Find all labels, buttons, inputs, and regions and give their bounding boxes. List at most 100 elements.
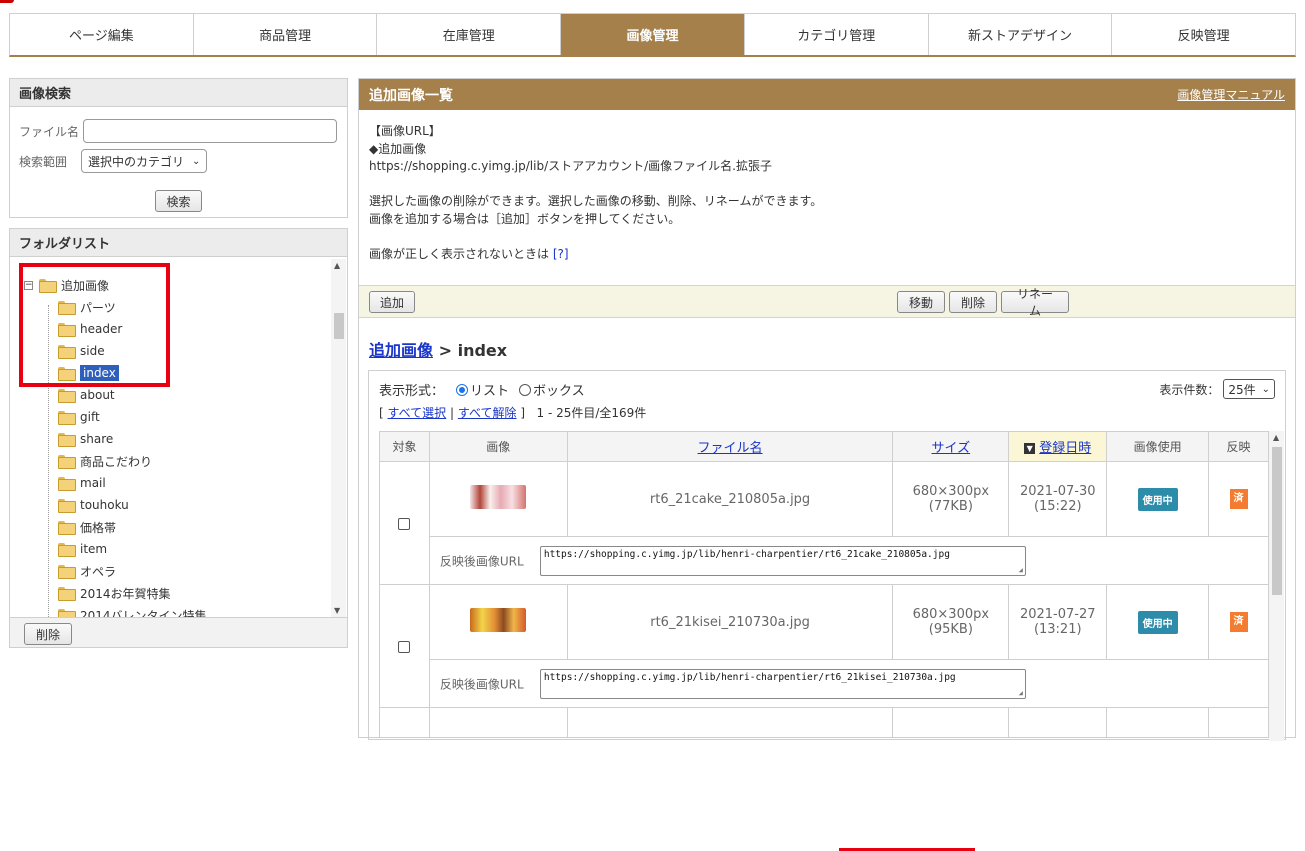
date-cell: 2021-07-30 (15:22) bbox=[1008, 461, 1108, 537]
url-row: 反映後画像URL https://shopping.c.yimg.jp/lib/… bbox=[380, 659, 1270, 708]
action-bar: 追加 移動 削除 リネーム bbox=[359, 285, 1295, 318]
folder-item[interactable]: 商品こだわり bbox=[58, 451, 152, 471]
table-row: rt6_21kisei_210730a.jpg 680×300px (95KB) … bbox=[379, 584, 1269, 708]
scope-row: 検索範囲 選択中のカテゴリ ⌄ bbox=[19, 149, 208, 173]
folder-item[interactable]: オペラ bbox=[58, 561, 116, 581]
breadcrumb: 追加画像 > index bbox=[369, 337, 507, 361]
view-box-label[interactable]: ボックス bbox=[533, 380, 585, 399]
folder-item[interactable]: side bbox=[58, 341, 105, 361]
folder-item-selected[interactable]: index bbox=[58, 363, 119, 383]
usage-cell: 使用中 bbox=[1106, 584, 1210, 660]
folder-scrollbar[interactable]: ▲ ▼ bbox=[331, 259, 346, 617]
folder-item[interactable]: gift bbox=[58, 407, 100, 427]
folder-icon bbox=[58, 411, 76, 425]
select-all-link[interactable]: すべて選択 bbox=[388, 406, 447, 420]
folder-icon bbox=[58, 477, 76, 491]
tab-stock[interactable]: 在庫管理 bbox=[377, 14, 562, 55]
resize-handle-icon[interactable]: ◢ bbox=[1019, 689, 1023, 697]
scroll-up-icon[interactable]: ▲ bbox=[1273, 433, 1279, 442]
filename-input[interactable] bbox=[83, 119, 338, 143]
folder-item[interactable]: 2014バレンタイン特集 bbox=[58, 605, 207, 617]
breadcrumb-current: index bbox=[457, 341, 508, 360]
row-checkbox-cell bbox=[379, 461, 430, 585]
reflect-cell: 済 bbox=[1208, 584, 1269, 660]
breadcrumb-separator: > bbox=[438, 341, 452, 360]
tab-store-design[interactable]: 新ストアデザイン bbox=[929, 14, 1113, 55]
search-button[interactable]: 検索 bbox=[155, 190, 202, 212]
table-row: rt6_21cake_210805a.jpg 680×300px (77KB) 2… bbox=[379, 461, 1269, 585]
col-reflect: 反映 bbox=[1208, 431, 1269, 462]
folder-item[interactable]: mail bbox=[58, 473, 106, 493]
tree-root[interactable]: − 追加画像 bbox=[24, 275, 109, 295]
manual-link[interactable]: 画像管理マニュアル bbox=[1177, 86, 1285, 103]
folder-item[interactable]: touhoku bbox=[58, 495, 129, 515]
sort-date-link[interactable]: 登録日時 bbox=[1039, 441, 1091, 456]
url-label: 反映後画像URL bbox=[439, 677, 524, 691]
folder-item[interactable]: header bbox=[58, 319, 122, 339]
folder-icon bbox=[58, 609, 76, 617]
add-button[interactable]: 追加 bbox=[369, 291, 415, 313]
view-list-label[interactable]: リスト bbox=[470, 380, 509, 399]
reflect-badge: 済 bbox=[1229, 489, 1248, 509]
view-box-radio[interactable] bbox=[519, 383, 532, 396]
scroll-down-icon[interactable]: ▼ bbox=[334, 606, 340, 615]
image-list-panel: 追加画像一覧 画像管理マニュアル 【画像URL】 ◆追加画像 https://s… bbox=[358, 78, 1296, 851]
view-options: 表示形式： リスト ボックス bbox=[379, 380, 585, 399]
reflect-badge: 済 bbox=[1229, 612, 1248, 632]
per-page-select[interactable]: 25件 ⌄ bbox=[1223, 379, 1275, 399]
thumbnail-cell bbox=[428, 461, 568, 537]
folder-item[interactable]: item bbox=[58, 539, 107, 559]
scroll-thumb[interactable] bbox=[1272, 447, 1282, 595]
collapse-icon[interactable]: − bbox=[24, 280, 33, 290]
folder-icon bbox=[58, 543, 76, 557]
tab-categories[interactable]: カテゴリ管理 bbox=[745, 14, 929, 55]
url-row: 反映後画像URL https://shopping.c.yimg.jp/lib/… bbox=[380, 536, 1270, 585]
col-usage: 画像使用 bbox=[1106, 431, 1210, 462]
folder-item[interactable]: 価格帯 bbox=[58, 517, 116, 537]
info-line: https://shopping.c.yimg.jp/lib/ストアアカウント/… bbox=[369, 159, 772, 173]
per-page-label: 表示件数： bbox=[1159, 382, 1220, 397]
row-checkbox[interactable] bbox=[398, 517, 411, 530]
delete-button[interactable]: 削除 bbox=[949, 291, 997, 313]
sort-size-link[interactable]: サイズ bbox=[932, 441, 971, 456]
list-scrollbar[interactable]: ▲ bbox=[1269, 431, 1284, 741]
tab-page-edit[interactable]: ページ編集 bbox=[10, 14, 194, 55]
scroll-thumb[interactable] bbox=[334, 313, 344, 339]
view-list-radio[interactable] bbox=[456, 383, 469, 396]
breadcrumb-root-link[interactable]: 追加画像 bbox=[369, 341, 433, 360]
url-textarea[interactable]: https://shopping.c.yimg.jp/lib/henri-cha… bbox=[539, 545, 1026, 576]
usage-badge: 使用中 bbox=[1137, 487, 1178, 511]
sort-filename-link[interactable]: ファイル名 bbox=[698, 441, 763, 456]
folder-icon bbox=[58, 499, 76, 513]
folder-item[interactable]: share bbox=[58, 429, 113, 449]
row-checkbox[interactable] bbox=[398, 640, 411, 653]
image-thumbnail[interactable] bbox=[470, 608, 527, 632]
help-link[interactable]: [?] bbox=[553, 247, 569, 261]
info-text: 【画像URL】 ◆追加画像 https://shopping.c.yimg.jp… bbox=[369, 123, 822, 263]
tab-images[interactable]: 画像管理 bbox=[561, 14, 745, 55]
reflect-cell: 済 bbox=[1208, 461, 1269, 537]
deselect-all-link[interactable]: すべて解除 bbox=[458, 406, 517, 420]
tab-products[interactable]: 商品管理 bbox=[194, 14, 378, 55]
image-thumbnail[interactable] bbox=[470, 485, 527, 509]
filename-cell: rt6_21cake_210805a.jpg bbox=[566, 461, 894, 537]
scroll-up-icon[interactable]: ▲ bbox=[334, 261, 340, 270]
resize-handle-icon[interactable]: ◢ bbox=[1019, 566, 1023, 574]
tab-publish[interactable]: 反映管理 bbox=[1112, 14, 1295, 55]
folder-icon bbox=[39, 279, 57, 293]
url-textarea[interactable]: https://shopping.c.yimg.jp/lib/henri-cha… bbox=[539, 668, 1026, 699]
folder-item[interactable]: パーツ bbox=[58, 297, 116, 317]
folder-icon bbox=[58, 455, 76, 469]
chevron-down-icon: ⌄ bbox=[192, 155, 201, 167]
delete-folder-button[interactable]: 削除 bbox=[24, 623, 72, 645]
move-button[interactable]: 移動 bbox=[897, 291, 945, 313]
filename-row: ファイル名 bbox=[19, 119, 338, 143]
rename-button[interactable]: リネーム bbox=[1001, 287, 1069, 318]
folder-item[interactable]: 2014お年賀特集 bbox=[58, 583, 171, 603]
table-row bbox=[379, 707, 1269, 738]
folder-item[interactable]: about bbox=[58, 385, 115, 405]
usage-badge: 使用中 bbox=[1137, 610, 1178, 634]
scope-select[interactable]: 選択中のカテゴリ ⌄ bbox=[81, 149, 208, 173]
col-size: サイズ bbox=[892, 431, 1010, 462]
info-line: 画像が正しく表示されないときは [?] bbox=[369, 246, 569, 261]
